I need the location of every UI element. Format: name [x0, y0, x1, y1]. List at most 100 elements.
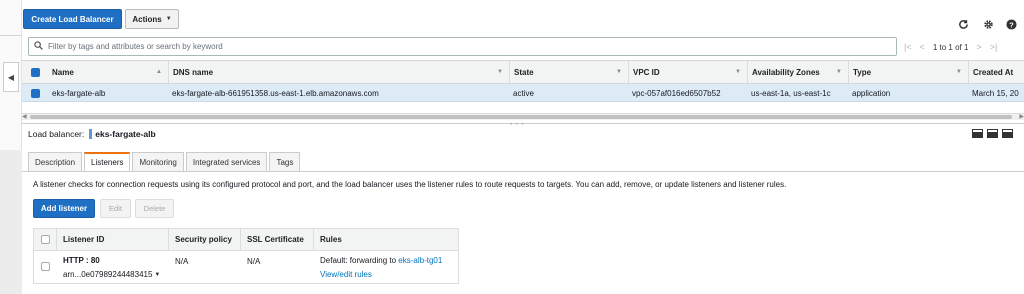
- column-label: Type: [853, 67, 872, 77]
- default-rule: Default: forwarding to eks-alb-tg01: [320, 256, 442, 265]
- row-checkbox[interactable]: [22, 84, 48, 102]
- column-security-policy: Security policy: [168, 229, 240, 250]
- column-type[interactable]: Type ▼: [848, 61, 968, 83]
- table-row[interactable]: HTTP : 80 arn...0e07989244483415 ▼ N/A N…: [34, 251, 458, 283]
- column-availability-zones[interactable]: Availability Zones ▼: [747, 61, 848, 83]
- view-rules-cell: View/edit rules: [320, 270, 372, 279]
- chevron-down-icon: ▼: [165, 16, 172, 22]
- security-policy: N/A: [175, 257, 189, 266]
- cell-name: eks-fargate-alb: [52, 88, 106, 98]
- filter-search-box[interactable]: [28, 37, 897, 56]
- column-listener-id: Listener ID: [56, 229, 168, 250]
- column-label: Created At: [973, 67, 1014, 77]
- scrollbar-thumb[interactable]: [30, 115, 1012, 119]
- scroll-right-icon[interactable]: ▶: [1019, 113, 1024, 120]
- column-label: DNS name: [173, 67, 214, 77]
- panel-splitter[interactable]: • • •: [22, 122, 1024, 128]
- gutter-divider: [0, 35, 22, 36]
- ssl-certificate: N/A: [247, 257, 261, 266]
- cell-vpc-id: vpc-057af016ed6507b52: [632, 88, 721, 98]
- details-value: eks-fargate-alb: [89, 129, 156, 139]
- chevron-down-icon: ▼: [154, 271, 161, 278]
- row-checkbox[interactable]: [41, 262, 50, 271]
- listener-arn-dropdown[interactable]: arn...0e07989244483415 ▼: [63, 270, 160, 279]
- column-label: Name: [52, 67, 74, 77]
- page-summary: 1 to 1 of 1: [932, 42, 969, 52]
- toolbar: Create Load Balancer Actions ▼ ?: [22, 0, 1024, 36]
- left-gutter: ◀: [0, 0, 22, 294]
- search-input[interactable]: [48, 42, 848, 51]
- search-icon: [34, 41, 43, 52]
- gutter-lower: [0, 150, 22, 294]
- column-name[interactable]: Name ▲: [48, 61, 168, 83]
- tab-description[interactable]: Description: [28, 152, 83, 172]
- tab-listeners[interactable]: Listeners: [84, 152, 131, 172]
- tab-divider: [22, 171, 1024, 172]
- checkbox-icon: [40, 235, 50, 244]
- refresh-icon[interactable]: [957, 18, 969, 30]
- first-page-icon[interactable]: |<: [904, 42, 912, 52]
- sort-asc-icon: ▲: [156, 69, 162, 75]
- color-chip: [89, 129, 93, 139]
- tab-monitoring[interactable]: Monitoring: [132, 152, 184, 172]
- horizontal-scrollbar[interactable]: ◀ ▶: [22, 113, 1024, 120]
- help-icon[interactable]: ?: [1005, 18, 1017, 30]
- pagination: |< < 1 to 1 of 1 > >|: [904, 40, 997, 54]
- layout-full-icon[interactable]: [1002, 129, 1013, 138]
- cell-dns-name: eks-fargate-alb-661951358.us-east-1.elb.…: [172, 88, 379, 98]
- listener-arn: arn...0e07989244483415: [63, 270, 153, 279]
- select-all-checkbox[interactable]: [34, 229, 56, 250]
- details-tabs: Description Listeners Monitoring Integra…: [28, 152, 301, 172]
- column-label: VPC ID: [633, 67, 660, 77]
- scroll-left-icon[interactable]: ◀: [22, 113, 27, 120]
- target-group-link[interactable]: eks-alb-tg01: [398, 256, 442, 265]
- edit-button[interactable]: Edit: [100, 199, 131, 218]
- cell-availability-zones: us-east-1a, us-east-1c: [751, 88, 831, 98]
- gear-icon[interactable]: [982, 18, 994, 30]
- drag-handle-icon[interactable]: • • •: [510, 122, 525, 128]
- column-state[interactable]: State ▼: [509, 61, 628, 83]
- cell-type: application: [852, 88, 891, 98]
- add-listener-button[interactable]: Add listener: [33, 199, 95, 218]
- column-ssl-certificate: SSL Certificate: [240, 229, 313, 250]
- layout-half-icon[interactable]: [987, 129, 998, 138]
- column-dns-name[interactable]: DNS name ▼: [168, 61, 509, 83]
- cell-created-at: March 15, 20: [972, 88, 1019, 98]
- prev-page-icon[interactable]: <: [920, 42, 925, 52]
- column-created-at[interactable]: Created At: [968, 61, 1024, 83]
- load-balancer-table: Name ▲ DNS name ▼ State ▼ VPC ID ▼ Availabil…: [22, 60, 1024, 116]
- sort-icon: ▼: [836, 69, 842, 75]
- actions-dropdown[interactable]: Actions ▼: [125, 9, 179, 29]
- sort-icon: ▼: [735, 69, 741, 75]
- rule-prefix: Default: forwarding to: [320, 256, 397, 265]
- column-rules: Rules: [313, 229, 458, 250]
- checkbox-icon: [41, 262, 50, 271]
- layout-bottom-icon[interactable]: [972, 129, 983, 138]
- details-name: eks-fargate-alb: [95, 129, 156, 139]
- column-vpc-id[interactable]: VPC ID ▼: [628, 61, 747, 83]
- chevron-left-icon: ◀: [7, 72, 15, 82]
- tab-integrated-services[interactable]: Integrated services: [185, 152, 268, 172]
- table-row[interactable]: eks-fargate-alb eks-fargate-alb-66195135…: [22, 84, 1024, 102]
- select-all-checkbox[interactable]: [22, 61, 48, 83]
- checkbox-icon: [30, 88, 40, 98]
- column-label: State: [514, 67, 534, 77]
- elb-console: ◀ Create Load Balancer Actions ▼ ? |< < …: [0, 0, 1024, 294]
- listener-id: HTTP : 80: [63, 256, 100, 265]
- delete-button[interactable]: Delete: [135, 199, 174, 218]
- layout-switcher: [972, 129, 1013, 138]
- checkbox-icon: [30, 67, 40, 77]
- column-label: Availability Zones: [752, 67, 820, 77]
- selected-load-balancer: Load balancer: eks-fargate-alb: [28, 128, 156, 140]
- table-header: Name ▲ DNS name ▼ State ▼ VPC ID ▼ Availabil…: [22, 60, 1024, 84]
- listeners-table: Listener ID Security policy SSL Certific…: [33, 228, 459, 284]
- last-page-icon[interactable]: >|: [990, 42, 998, 52]
- details-label: Load balancer:: [28, 129, 85, 139]
- create-load-balancer-button[interactable]: Create Load Balancer: [23, 9, 122, 29]
- listeners-header: Listener ID Security policy SSL Certific…: [34, 229, 458, 251]
- tab-tags[interactable]: Tags: [269, 152, 301, 172]
- collapse-nav-button[interactable]: ◀: [3, 62, 19, 92]
- cell-state: active: [513, 88, 534, 98]
- next-page-icon[interactable]: >: [976, 42, 981, 52]
- view-edit-rules-link[interactable]: View/edit rules: [320, 270, 372, 279]
